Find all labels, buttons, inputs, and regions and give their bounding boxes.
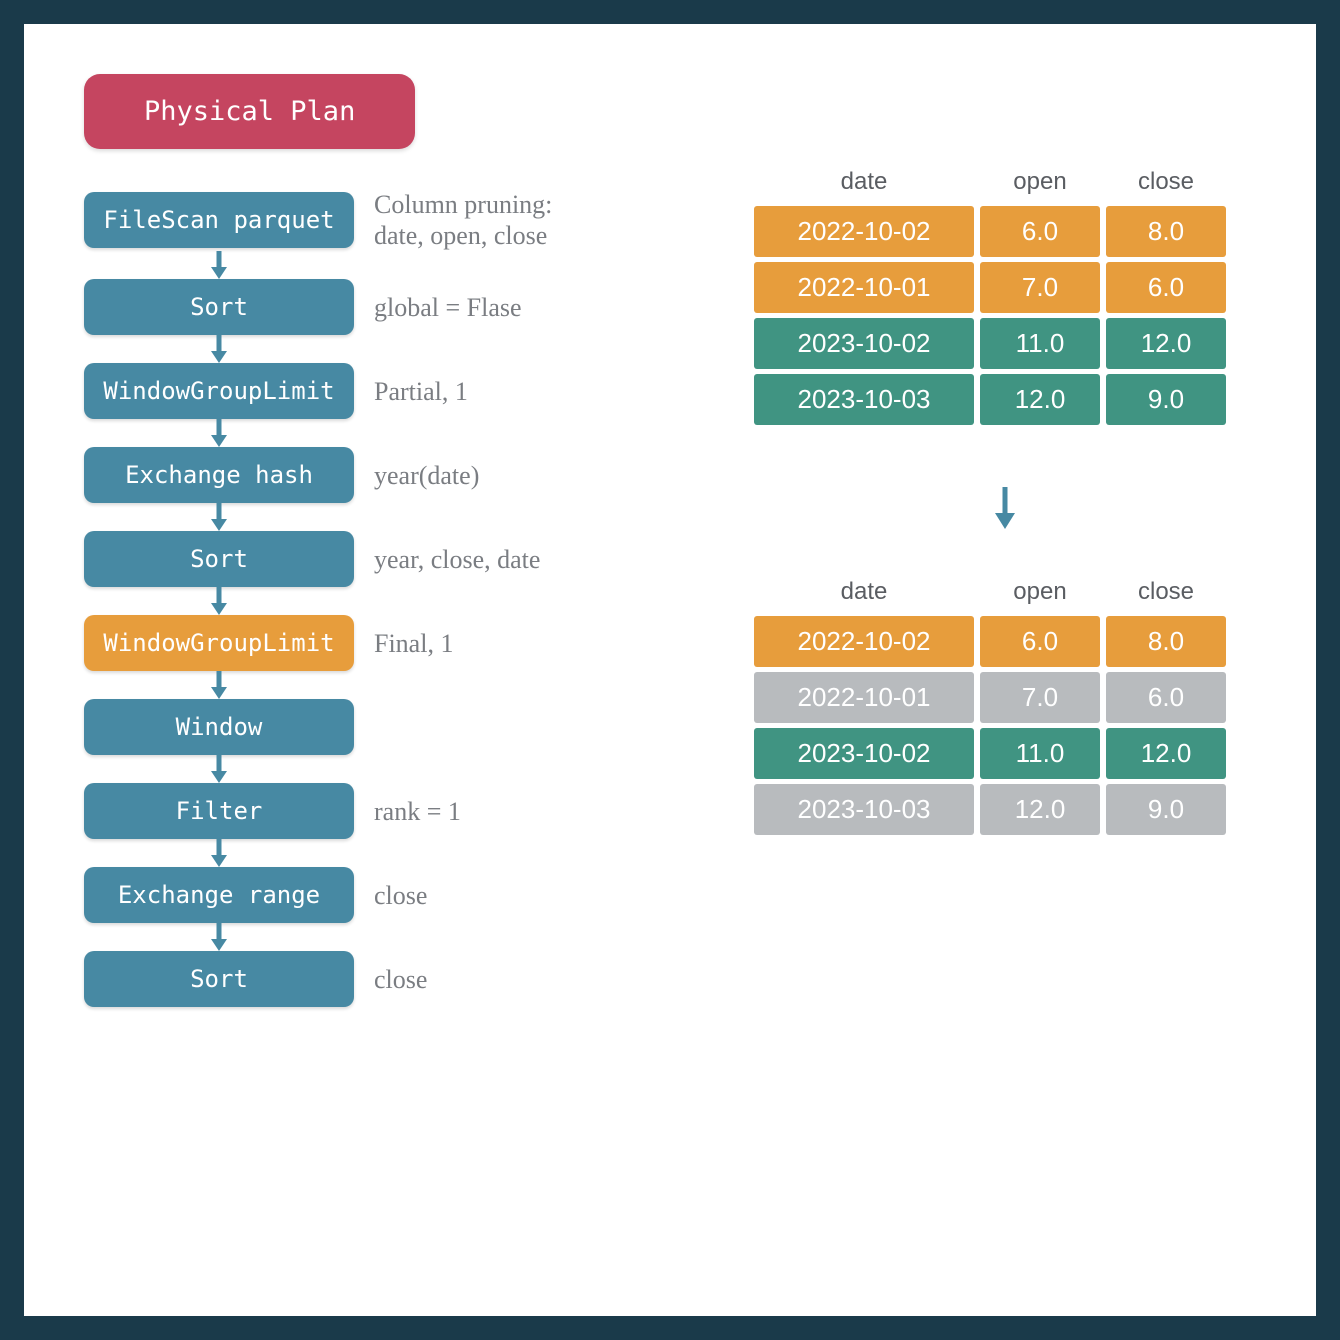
cell-close: 8.0 (1106, 206, 1226, 257)
table-row: 2023-10-0312.09.0 (754, 374, 1256, 425)
plan-row: Window (84, 699, 704, 755)
plan-row: WindowGroupLimit Final, 1 (84, 615, 704, 671)
cell-open: 12.0 (980, 374, 1100, 425)
down-arrow-icon (84, 251, 354, 279)
cell-close: 6.0 (1106, 672, 1226, 723)
cell-date: 2022-10-02 (754, 206, 974, 257)
column-header-close: close (1106, 574, 1226, 610)
down-arrow-icon (84, 671, 354, 699)
canvas: Physical Plan FileScan parquet Column pru… (24, 24, 1316, 1316)
plan-row: WindowGroupLimit Partial, 1 (84, 363, 704, 419)
cell-date: 2023-10-03 (754, 784, 974, 835)
plan-row: Sort close (84, 951, 704, 1007)
cell-date: 2022-10-01 (754, 672, 974, 723)
plan-node: WindowGroupLimit (84, 615, 354, 671)
plan-row: Exchange hash year(date) (84, 447, 704, 503)
plan-note: Partial, 1 (374, 376, 468, 407)
plan-note: close (374, 880, 427, 911)
column-header-date: date (754, 574, 974, 610)
column-header-open: open (980, 574, 1100, 610)
cell-open: 6.0 (980, 206, 1100, 257)
cell-close: 12.0 (1106, 728, 1226, 779)
table-row: 2023-10-0211.012.0 (754, 318, 1256, 369)
plan-row: FileScan parquet Column pruning:date, ope… (84, 189, 704, 251)
plan-node: Sort (84, 951, 354, 1007)
table-row: 2023-10-0211.012.0 (754, 728, 1256, 779)
table-header-row: date open close (754, 574, 1256, 610)
down-arrow-icon (84, 839, 354, 867)
cell-close: 8.0 (1106, 616, 1226, 667)
plan-node: Sort (84, 531, 354, 587)
plan-row: Sort year, close, date (84, 531, 704, 587)
plan-note: Column pruning:date, open, close (374, 189, 552, 251)
table-row: 2022-10-017.06.0 (754, 262, 1256, 313)
cell-date: 2023-10-03 (754, 374, 974, 425)
table-header-row: date open close (754, 164, 1256, 200)
plan-node: Filter (84, 783, 354, 839)
table-row: 2023-10-0312.09.0 (754, 784, 1256, 835)
cell-date: 2022-10-02 (754, 616, 974, 667)
table-body: 2022-10-026.08.02022-10-017.06.02023-10-… (754, 616, 1256, 835)
plan-node: WindowGroupLimit (84, 363, 354, 419)
plan-row: Exchange range close (84, 867, 704, 923)
down-arrow-icon (84, 503, 354, 531)
cell-close: 9.0 (1106, 784, 1226, 835)
cell-open: 12.0 (980, 784, 1100, 835)
table-body: 2022-10-026.08.02022-10-017.06.02023-10-… (754, 206, 1256, 425)
plan-note: rank = 1 (374, 796, 461, 827)
cell-open: 7.0 (980, 672, 1100, 723)
table-row: 2022-10-026.08.0 (754, 616, 1256, 667)
down-arrow-icon (754, 485, 1256, 534)
plan-node: FileScan parquet (84, 192, 354, 248)
down-arrow-icon (84, 587, 354, 615)
plan-note: global = Flase (374, 292, 522, 323)
plan-note: Final, 1 (374, 628, 453, 659)
column-header-close: close (1106, 164, 1226, 200)
plan-note: close (374, 964, 427, 995)
cell-close: 6.0 (1106, 262, 1226, 313)
column-header-date: date (754, 164, 974, 200)
table-row: 2022-10-017.06.0 (754, 672, 1256, 723)
right-column: date open close 2022-10-026.08.02022-10-… (754, 74, 1256, 1266)
table-after: date open close 2022-10-026.08.02022-10-… (754, 574, 1256, 835)
plan-note: year(date) (374, 460, 479, 491)
physical-plan-flow: FileScan parquet Column pruning:date, ope… (84, 189, 704, 1007)
down-arrow-icon (84, 755, 354, 783)
table-before: date open close 2022-10-026.08.02022-10-… (754, 164, 1256, 425)
cell-open: 11.0 (980, 728, 1100, 779)
cell-date: 2023-10-02 (754, 318, 974, 369)
column-header-open: open (980, 164, 1100, 200)
table-row: 2022-10-026.08.0 (754, 206, 1256, 257)
cell-close: 12.0 (1106, 318, 1226, 369)
cell-date: 2022-10-01 (754, 262, 974, 313)
plan-node: Window (84, 699, 354, 755)
plan-node: Exchange range (84, 867, 354, 923)
outer-frame: Physical Plan FileScan parquet Column pru… (0, 0, 1340, 1340)
left-column: Physical Plan FileScan parquet Column pru… (84, 74, 704, 1266)
cell-close: 9.0 (1106, 374, 1226, 425)
cell-open: 7.0 (980, 262, 1100, 313)
plan-row: Sort global = Flase (84, 279, 704, 335)
down-arrow-icon (84, 923, 354, 951)
plan-node: Exchange hash (84, 447, 354, 503)
down-arrow-icon (84, 335, 354, 363)
cell-date: 2023-10-02 (754, 728, 974, 779)
plan-row: Filter rank = 1 (84, 783, 704, 839)
title-pill: Physical Plan (84, 74, 415, 149)
cell-open: 11.0 (980, 318, 1100, 369)
plan-node: Sort (84, 279, 354, 335)
down-arrow-icon (84, 419, 354, 447)
plan-note: year, close, date (374, 544, 540, 575)
cell-open: 6.0 (980, 616, 1100, 667)
